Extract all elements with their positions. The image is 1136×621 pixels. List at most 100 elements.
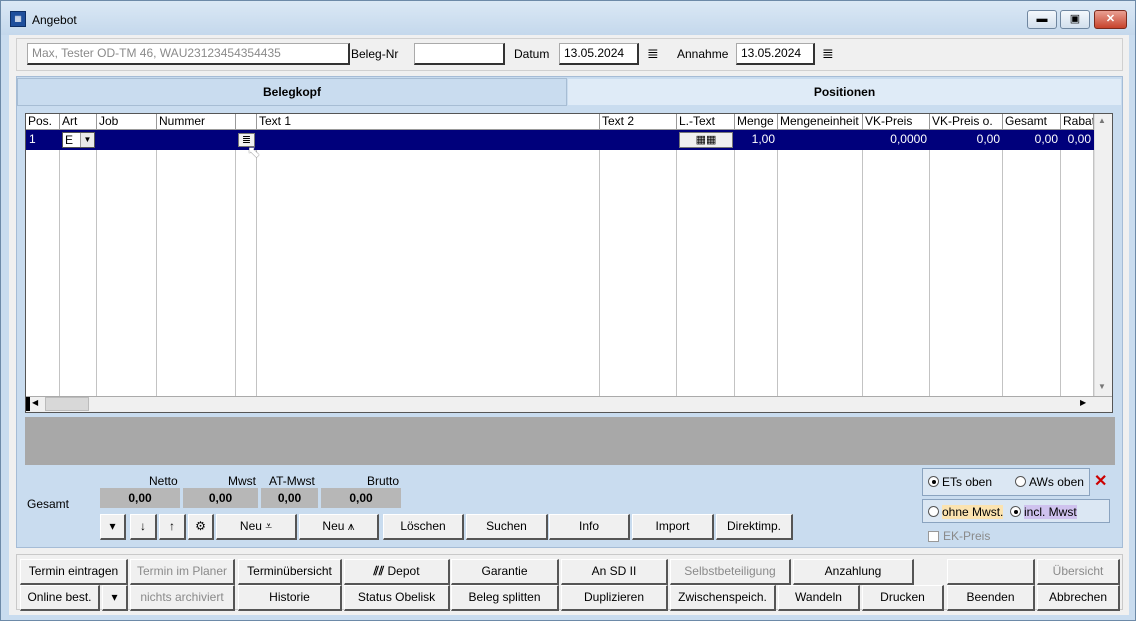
ohne-mwst-radio[interactable]: ohne Mwst.: [928, 505, 1004, 519]
column-header-vk-preis[interactable]: VK-Preis: [863, 114, 930, 130]
datum-list-icon[interactable]: ≣: [647, 46, 661, 60]
annahme-list-icon[interactable]: ≣: [822, 46, 836, 60]
move-up-button[interactable]: ↑: [159, 514, 186, 540]
duplizieren-button[interactable]: Duplizieren: [561, 585, 668, 611]
grid-column: [97, 114, 157, 396]
scroll-up-icon[interactable]: ▲: [1098, 116, 1106, 125]
column-header-art[interactable]: Art: [60, 114, 97, 130]
cell-gesamt[interactable]: 0,00: [1003, 130, 1061, 150]
art-dropdown[interactable]: E ▼: [62, 132, 95, 148]
settings-button[interactable]: ⚙: [188, 514, 214, 540]
app-icon: ▦: [10, 11, 26, 27]
ek-preis-checkbox[interactable]: EK-Preis: [928, 529, 990, 543]
anzahlung-button[interactable]: Anzahlung: [793, 559, 914, 585]
termin-im-planer-button[interactable]: Termin im Planer: [130, 559, 235, 585]
long-text-button[interactable]: ▦▦: [679, 132, 733, 148]
info-button[interactable]: Info: [549, 514, 630, 540]
scroll-left-icon[interactable]: ◀: [32, 398, 38, 407]
grid-column: [778, 114, 863, 396]
depot-button[interactable]: ⫽⫽ Depot: [344, 559, 450, 585]
chevron-down-icon[interactable]: ▼: [80, 133, 94, 147]
status-obelisk-button[interactable]: Status Obelisk: [344, 585, 450, 611]
neu-between-button[interactable]: Neu ⩚: [299, 514, 379, 540]
ets-oben-radio[interactable]: ETs oben: [928, 475, 992, 489]
wandeln-button[interactable]: Wandeln: [778, 585, 860, 611]
loeschen-button[interactable]: Löschen: [383, 514, 464, 540]
tab-panel: Belegkopf Positionen Pos. Art Job Nummer…: [16, 76, 1123, 548]
selbstbeteiligung-button[interactable]: Selbstbeteiligung: [670, 559, 791, 585]
column-header-job[interactable]: Job: [97, 114, 157, 130]
an-sd-ii-button[interactable]: An SD II: [561, 559, 668, 585]
title-bar[interactable]: ▦ Angebot ▬ ▣ ✕: [1, 1, 1135, 35]
cell-pos[interactable]: 1: [29, 130, 59, 150]
direktimport-button[interactable]: Direktimp.: [716, 514, 793, 540]
depot-label: Depot: [387, 564, 420, 578]
cell-vk-preis[interactable]: 0,0000: [863, 130, 930, 150]
chevron-down-icon: ▾: [111, 590, 118, 604]
positions-grid[interactable]: Pos. Art Job Nummer Text 1 Text 2 L.-Tex…: [25, 113, 1113, 413]
blank-button[interactable]: [947, 559, 1035, 585]
column-header-text1[interactable]: Text 1: [257, 114, 600, 130]
import-button[interactable]: Import: [632, 514, 714, 540]
grid-column: [257, 114, 600, 396]
close-icon[interactable]: ✕: [1094, 471, 1107, 491]
totals-label: Gesamt: [27, 497, 70, 511]
online-best-dropdown[interactable]: ▾: [102, 585, 128, 611]
abbrechen-button[interactable]: Abbrechen: [1037, 585, 1120, 611]
cell-vk-preis-o[interactable]: 0,00: [930, 130, 1003, 150]
termin-eintragen-button[interactable]: Termin eintragen: [20, 559, 128, 585]
scroll-right-icon[interactable]: ▶: [1080, 398, 1086, 407]
move-down-button[interactable]: ↓: [130, 514, 157, 540]
terminuebersicht-button[interactable]: Terminübersicht: [238, 559, 342, 585]
beenden-button[interactable]: Beenden: [947, 585, 1035, 611]
column-header-nummer[interactable]: Nummer: [157, 114, 236, 130]
tab-positionen[interactable]: Positionen: [567, 78, 1122, 106]
column-header-gesamt[interactable]: Gesamt: [1003, 114, 1061, 130]
beleg-splitten-button[interactable]: Beleg splitten: [451, 585, 559, 611]
drucken-button[interactable]: Drucken: [862, 585, 944, 611]
column-header-pos[interactable]: Pos.: [26, 114, 60, 130]
zwischenspeichern-button[interactable]: Zwischenspeich.: [670, 585, 776, 611]
mwst-value: 0,00: [183, 488, 258, 508]
tab-belegkopf[interactable]: Belegkopf: [17, 78, 567, 106]
scroll-down-icon[interactable]: ▼: [1098, 382, 1106, 391]
column-header-rabatt[interactable]: Rabatt: [1061, 114, 1094, 130]
online-best-button[interactable]: Online best.: [20, 585, 100, 611]
uebersicht-button[interactable]: Übersicht: [1037, 559, 1120, 585]
vertical-scrollbar[interactable]: ▲ ▼: [1094, 114, 1112, 396]
customer-field[interactable]: Max, Tester OD-TM 46, WAU23123454354435: [27, 43, 350, 65]
suchen-button[interactable]: Suchen: [466, 514, 548, 540]
incl-mwst-radio[interactable]: incl. Mwst: [1010, 505, 1077, 519]
grid-column: [600, 114, 677, 396]
scroll-thumb[interactable]: [45, 397, 89, 411]
netto-value: 0,00: [100, 488, 180, 508]
grid-column: [735, 114, 778, 396]
brutto-label: Brutto: [367, 474, 400, 488]
garantie-button[interactable]: Garantie: [451, 559, 559, 585]
column-header-ltext[interactable]: L.-Text: [677, 114, 735, 130]
client-area: Max, Tester OD-TM 46, WAU23123454354435 …: [9, 35, 1129, 615]
annahme-field[interactable]: 13.05.2024: [736, 43, 815, 65]
datum-field[interactable]: 13.05.2024: [559, 43, 639, 65]
column-header-blank[interactable]: [236, 114, 257, 130]
column-header-text2[interactable]: Text 2: [600, 114, 677, 130]
beleg-nr-field[interactable]: [414, 43, 505, 65]
nichts-archiviert-button[interactable]: nichts archiviert: [130, 585, 235, 611]
horizontal-scrollbar[interactable]: ◀ ▶: [26, 396, 1112, 412]
column-header-mengeneinheit[interactable]: Mengeneinheit: [778, 114, 863, 130]
column-header-menge[interactable]: Menge: [735, 114, 778, 130]
at-mwst-label: AT-Mwst: [269, 474, 315, 488]
dropdown-button[interactable]: ▾: [100, 514, 126, 540]
column-header-vk-preis-o[interactable]: VK-Preis o.: [930, 114, 1003, 130]
gear-icon: ⚙: [195, 519, 206, 533]
neu-below-button[interactable]: Neu ⩡: [216, 514, 297, 540]
sort-options: ETs oben AWs oben: [922, 468, 1090, 496]
incl-mwst-label: incl. Mwst: [1024, 505, 1077, 519]
historie-button[interactable]: Historie: [238, 585, 342, 611]
close-button[interactable]: ✕: [1094, 10, 1127, 29]
cell-rabatt[interactable]: 0,00: [1061, 130, 1094, 150]
maximize-button[interactable]: ▣: [1060, 10, 1090, 29]
minimize-button[interactable]: ▬: [1027, 10, 1057, 29]
aws-oben-radio[interactable]: AWs oben: [1015, 475, 1084, 489]
cell-menge[interactable]: 1,00: [735, 130, 778, 150]
